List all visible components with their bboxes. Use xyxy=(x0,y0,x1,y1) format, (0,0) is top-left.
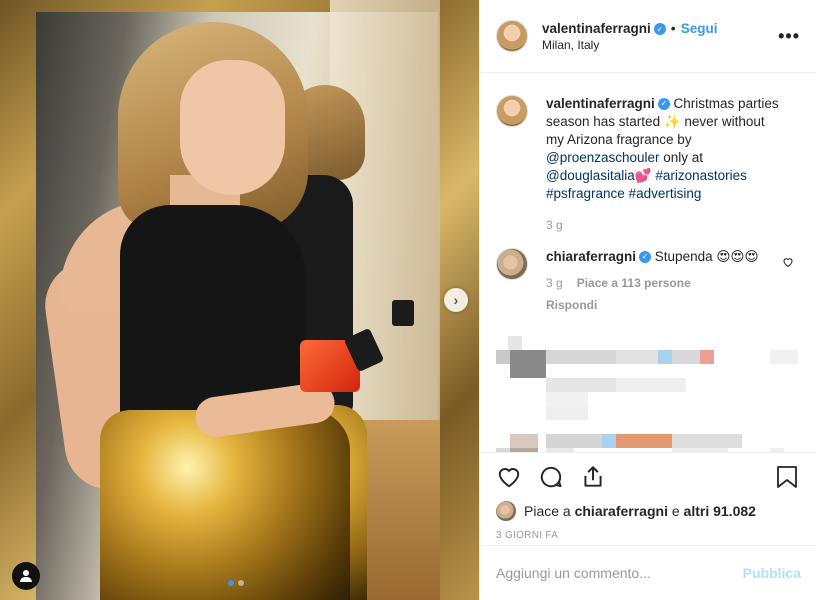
mention-link[interactable]: @douglasitalia xyxy=(546,168,635,183)
pixel-block xyxy=(616,378,686,392)
carousel-dot-active xyxy=(228,580,234,586)
post-actions xyxy=(480,452,816,500)
post-side-panel: valentinaferragni ✓ • Segui Milan, Italy ••… xyxy=(479,0,816,600)
pixel-block xyxy=(616,350,658,364)
comment-icon[interactable] xyxy=(538,464,564,490)
sparkles-emoji: ✨ xyxy=(663,114,681,129)
author-username[interactable]: valentinaferragni xyxy=(542,21,651,36)
pixel-block xyxy=(508,336,522,350)
add-comment-bar: Pubblica xyxy=(480,545,816,600)
reflection-bottle xyxy=(392,300,414,326)
verified-badge-icon: ✓ xyxy=(653,23,666,36)
hashtag-link[interactable]: #arizonastories xyxy=(655,168,747,183)
comment-item: chiaraferragni ✓ Stupenda 😍😍😍 3 g Piace a… xyxy=(496,248,800,314)
heart-eyes-emoji: 😍😍😍 xyxy=(716,249,759,264)
liker-username[interactable]: chiaraferragni xyxy=(575,503,668,519)
pixel-block xyxy=(510,434,538,448)
pixel-block xyxy=(770,350,798,364)
pixel-block xyxy=(546,434,602,448)
pixel-block xyxy=(510,350,546,378)
comment-text: Stupenda xyxy=(651,249,717,264)
comment-likes[interactable]: Piace a 113 persone xyxy=(577,274,691,292)
tagged-users-button[interactable] xyxy=(12,562,40,590)
commenter-avatar[interactable] xyxy=(496,248,528,280)
bookmark-icon[interactable] xyxy=(776,465,798,489)
reply-button[interactable]: Rispondi xyxy=(546,296,786,314)
pixel-block xyxy=(672,434,742,448)
likes-middle: e xyxy=(667,503,684,519)
post-header: valentinaferragni ✓ • Segui Milan, Italy ••… xyxy=(480,0,816,73)
comment-time[interactable]: 3 g xyxy=(546,274,563,292)
pixel-block xyxy=(658,350,672,364)
carousel-dot xyxy=(238,580,244,586)
likes-summary: Piace a chiaraferragni e altri 91.082 xyxy=(480,500,816,522)
liker-avatar[interactable] xyxy=(496,501,516,521)
caption-time[interactable]: 3 g xyxy=(546,216,786,234)
caption-username[interactable]: valentinaferragni xyxy=(546,96,655,111)
mention-link[interactable]: @proenzaschouler xyxy=(546,150,660,165)
pixel-block xyxy=(546,378,616,392)
post-photo[interactable]: › xyxy=(0,0,479,600)
verified-badge-icon: ✓ xyxy=(657,98,670,111)
carousel-next-button[interactable]: › xyxy=(444,288,468,312)
comments-list: valentinaferragni ✓ Christmas parties sea… xyxy=(480,73,816,452)
pixel-block xyxy=(672,350,700,364)
more-options-icon[interactable]: ••• xyxy=(778,26,800,47)
pixel-block xyxy=(700,350,714,364)
verified-badge-icon: ✓ xyxy=(639,251,652,264)
pixel-block xyxy=(546,392,588,406)
chevron-right-icon: › xyxy=(453,292,459,308)
comment-like-icon[interactable] xyxy=(782,256,794,268)
user-icon xyxy=(20,570,32,582)
heart-icon[interactable] xyxy=(496,464,522,490)
pixel-block xyxy=(546,350,616,364)
publish-button[interactable]: Pubblica xyxy=(743,565,801,581)
author-avatar[interactable] xyxy=(496,20,528,52)
caption-avatar[interactable] xyxy=(496,95,528,127)
comment-input[interactable] xyxy=(496,565,743,581)
follow-button[interactable]: Segui xyxy=(681,21,718,36)
share-icon[interactable] xyxy=(580,464,606,490)
pixel-block xyxy=(546,406,588,420)
caption-text: only at xyxy=(659,150,704,165)
caption: valentinaferragni ✓ Christmas parties sea… xyxy=(496,95,800,234)
hashtag-link[interactable]: #advertising xyxy=(629,186,702,201)
likes-prefix: Piace a xyxy=(524,503,575,519)
pixelated-comments xyxy=(496,336,800,452)
pixel-block xyxy=(496,350,510,364)
header-separator: • xyxy=(670,20,676,36)
pixel-block xyxy=(616,434,672,448)
pixel-block xyxy=(602,434,616,448)
post-location[interactable]: Milan, Italy xyxy=(542,38,717,52)
hashtag-link[interactable]: #psfragrance xyxy=(546,186,625,201)
carousel-indicator xyxy=(228,580,244,586)
likes-count[interactable]: altri 91.082 xyxy=(684,503,756,519)
model-gold-skirt xyxy=(100,410,350,600)
commenter-username[interactable]: chiaraferragni xyxy=(546,249,636,264)
hearts-emoji: 💕 xyxy=(634,168,652,183)
model-face xyxy=(180,60,285,195)
